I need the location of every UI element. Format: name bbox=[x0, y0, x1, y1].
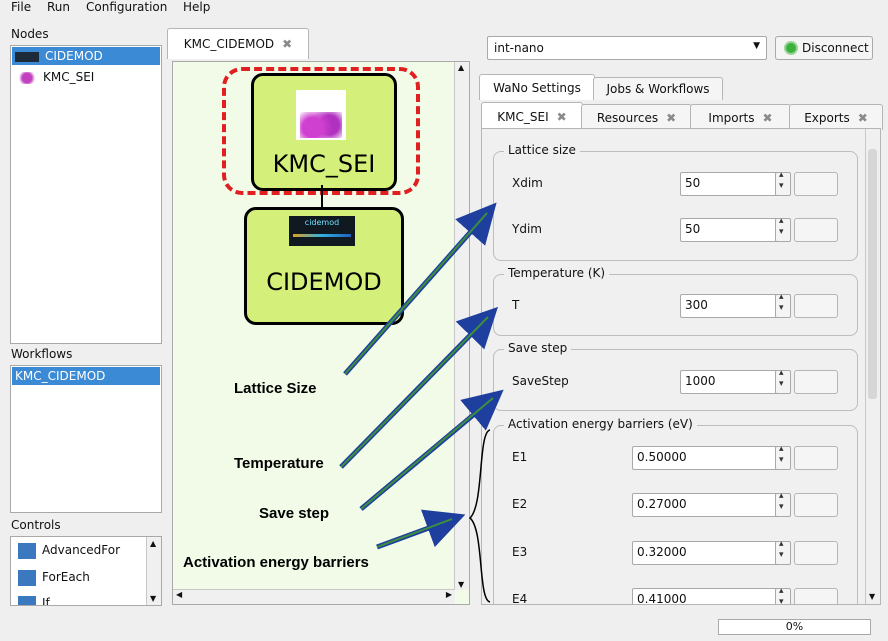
annotation-lattice-size: Lattice Size bbox=[234, 380, 317, 397]
close-tab-icon[interactable]: ✖ bbox=[557, 110, 567, 124]
temperature-field[interactable]: 300 bbox=[680, 294, 780, 318]
xdim-field[interactable]: 50 bbox=[680, 172, 780, 196]
temperature-aux-button[interactable] bbox=[794, 294, 838, 318]
foreach-icon bbox=[18, 569, 36, 586]
e2-stepper[interactable] bbox=[775, 491, 791, 517]
e1-field[interactable]: 0.50000 bbox=[632, 446, 780, 470]
e3-aux-button[interactable] bbox=[794, 541, 838, 565]
if-icon bbox=[18, 595, 36, 605]
savestep-field[interactable]: 1000 bbox=[680, 370, 780, 394]
annotation-save-step: Save step bbox=[259, 505, 330, 522]
server-select[interactable]: int-nano ▼ bbox=[487, 36, 767, 60]
control-item-advancedfor[interactable]: AdvancedFor bbox=[12, 541, 160, 559]
tab-imports[interactable]: Imports ✖ bbox=[690, 104, 791, 130]
canvas-node-cidemod[interactable]: cidemod CIDEMOD bbox=[244, 207, 404, 325]
controls-scrollbar[interactable]: ▲ ▼ bbox=[146, 537, 161, 605]
kmc-thumbnail bbox=[296, 90, 346, 140]
menu-file[interactable]: File bbox=[11, 0, 31, 14]
scroll-left-icon: ◀ bbox=[176, 590, 183, 599]
workflows-list: KMC_CIDEMOD bbox=[10, 365, 162, 513]
menu-configuration[interactable]: Configuration bbox=[86, 0, 167, 14]
wano-settings-pane: Lattice size Xdim 50 Ydim 50 Temperature… bbox=[481, 128, 881, 605]
nodes-heading: Nodes bbox=[11, 27, 49, 41]
node-item-kmc-sei[interactable]: KMC_SEI bbox=[12, 68, 160, 86]
canvas-node-kmc-sei[interactable]: KMC_SEI bbox=[251, 73, 397, 191]
connection-status-icon bbox=[784, 41, 798, 55]
advancedfor-icon bbox=[18, 542, 36, 559]
scroll-down-icon: ▼ bbox=[150, 594, 157, 603]
close-tab-icon[interactable]: ✖ bbox=[282, 37, 292, 51]
annotation-activation-energy: Activation energy barriers bbox=[183, 554, 369, 571]
scroll-right-icon: ▶ bbox=[445, 590, 452, 599]
group-save-step: Save step SaveStep 1000 bbox=[493, 341, 858, 411]
tab-exports[interactable]: Exports ✖ bbox=[789, 104, 883, 130]
annotation-temperature: Temperature bbox=[234, 455, 324, 472]
group-activation-energy: Activation energy barriers (eV) E1 0.500… bbox=[493, 417, 858, 604]
temperature-stepper[interactable] bbox=[775, 292, 791, 318]
canvas-vscroll[interactable]: ▲ ▼ bbox=[454, 62, 469, 590]
ydim-field[interactable]: 50 bbox=[680, 218, 780, 242]
control-item-foreach[interactable]: ForEach bbox=[12, 568, 160, 586]
control-item-if[interactable]: If bbox=[12, 594, 160, 605]
close-tab-icon[interactable]: ✖ bbox=[763, 111, 773, 125]
tab-jobs-workflows[interactable]: Jobs & Workflows bbox=[593, 77, 723, 100]
savestep-stepper[interactable] bbox=[775, 368, 791, 394]
controls-list: AdvancedFor ForEach If ▲ ▼ bbox=[10, 536, 162, 606]
settings-scroll-thumb[interactable] bbox=[868, 149, 877, 399]
group-temperature: Temperature (K) T 300 bbox=[493, 266, 858, 336]
e3-field[interactable]: 0.32000 bbox=[632, 541, 780, 565]
tab-wano-settings[interactable]: WaNo Settings bbox=[479, 74, 595, 100]
progress-bar: 0% bbox=[718, 619, 871, 635]
group-lattice-size: Lattice size Xdim 50 Ydim 50 bbox=[493, 143, 858, 261]
e4-stepper[interactable] bbox=[775, 586, 791, 604]
e2-aux-button[interactable] bbox=[794, 493, 838, 517]
workflows-heading: Workflows bbox=[11, 347, 73, 361]
e4-aux-button[interactable] bbox=[794, 588, 838, 604]
scroll-up-icon: ▲ bbox=[458, 63, 465, 72]
node-connector bbox=[321, 185, 323, 207]
menu-help[interactable]: Help bbox=[183, 0, 210, 14]
savestep-aux-button[interactable] bbox=[794, 370, 838, 394]
tab-kmc-cidemod[interactable]: KMC_CIDEMOD ✖ bbox=[167, 28, 309, 59]
xdim-aux-button[interactable] bbox=[794, 172, 838, 196]
cidemod-node-icon bbox=[15, 51, 39, 62]
tab-kmc-sei[interactable]: KMC_SEI ✖ bbox=[481, 102, 583, 130]
disconnect-button[interactable]: Disconnect bbox=[775, 36, 873, 60]
nodes-list: CIDEMOD KMC_SEI bbox=[10, 45, 162, 344]
kmc-node-icon bbox=[17, 71, 37, 84]
e2-field[interactable]: 0.27000 bbox=[632, 493, 780, 517]
scroll-up-icon: ▲ bbox=[150, 539, 157, 548]
tab-resources[interactable]: Resources ✖ bbox=[581, 104, 692, 130]
close-tab-icon[interactable]: ✖ bbox=[858, 111, 868, 125]
e4-field[interactable]: 0.41000 bbox=[632, 588, 780, 604]
scroll-down-icon: ▼ bbox=[869, 592, 876, 601]
ydim-stepper[interactable] bbox=[775, 216, 791, 242]
menu-bar: File Run Configuration Help bbox=[0, 0, 888, 17]
cidemod-logo: cidemod bbox=[289, 216, 355, 246]
xdim-stepper[interactable] bbox=[775, 170, 791, 196]
e1-stepper[interactable] bbox=[775, 444, 791, 470]
e1-aux-button[interactable] bbox=[794, 446, 838, 470]
chevron-down-icon: ▼ bbox=[753, 41, 760, 51]
workflow-item[interactable]: KMC_CIDEMOD bbox=[12, 367, 160, 385]
canvas-hscroll[interactable]: ◀ ▶ bbox=[173, 589, 455, 604]
node-item-cidemod[interactable]: CIDEMOD bbox=[12, 47, 160, 65]
menu-run[interactable]: Run bbox=[47, 0, 70, 14]
scroll-down-icon: ▼ bbox=[458, 580, 465, 589]
settings-vscroll[interactable]: ▼ bbox=[865, 129, 880, 604]
e3-stepper[interactable] bbox=[775, 539, 791, 565]
ydim-aux-button[interactable] bbox=[794, 218, 838, 242]
controls-heading: Controls bbox=[11, 518, 61, 532]
workflow-canvas[interactable]: KMC_SEI cidemod CIDEMOD ▲ ▼ ◀ ▶ bbox=[172, 61, 470, 605]
close-tab-icon[interactable]: ✖ bbox=[666, 111, 676, 125]
